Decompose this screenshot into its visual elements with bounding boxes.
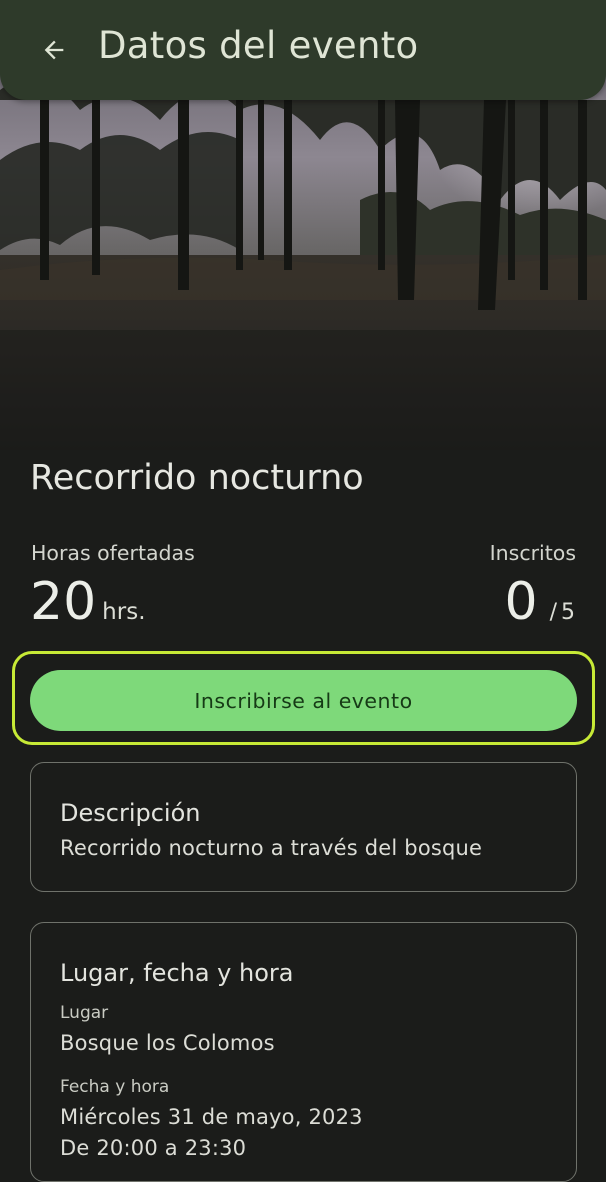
enroll-button[interactable]: Inscribirse al evento: [30, 670, 577, 731]
enrolled-capacity: 5: [561, 600, 575, 625]
hours-offered: 20 hrs.: [30, 572, 146, 632]
back-button[interactable]: [30, 26, 78, 74]
top-app-bar: Datos del evento: [0, 0, 606, 100]
enrolled-label: Inscritos: [489, 541, 576, 565]
description-card: Descripción Recorrido nocturno a través …: [30, 762, 577, 892]
enrolled-value: 0: [504, 572, 538, 632]
place-value: Bosque los Colomos: [60, 1031, 275, 1055]
arrow-back-icon: [44, 40, 64, 60]
event-title: Recorrido nocturno: [30, 458, 364, 498]
enrolled-count: 0 /5: [504, 572, 575, 632]
description-title: Descripción: [60, 799, 201, 827]
enrolled-separator: /: [549, 600, 557, 625]
hours-label: Horas ofertadas: [31, 541, 195, 565]
place-label: Lugar: [60, 1003, 109, 1023]
location-date-title: Lugar, fecha y hora: [60, 959, 294, 987]
hours-value: 20: [30, 572, 97, 632]
description-text: Recorrido nocturno a través del bosque: [60, 836, 483, 860]
page-title: Datos del evento: [98, 24, 419, 67]
location-date-card: Lugar, fecha y hora Lugar Bosque los Col…: [30, 922, 577, 1182]
time-value: De 20:00 a 23:30: [60, 1136, 247, 1160]
hours-unit: hrs.: [102, 599, 146, 625]
datetime-label: Fecha y hora: [60, 1077, 170, 1097]
date-value: Miércoles 31 de mayo, 2023: [60, 1105, 363, 1129]
